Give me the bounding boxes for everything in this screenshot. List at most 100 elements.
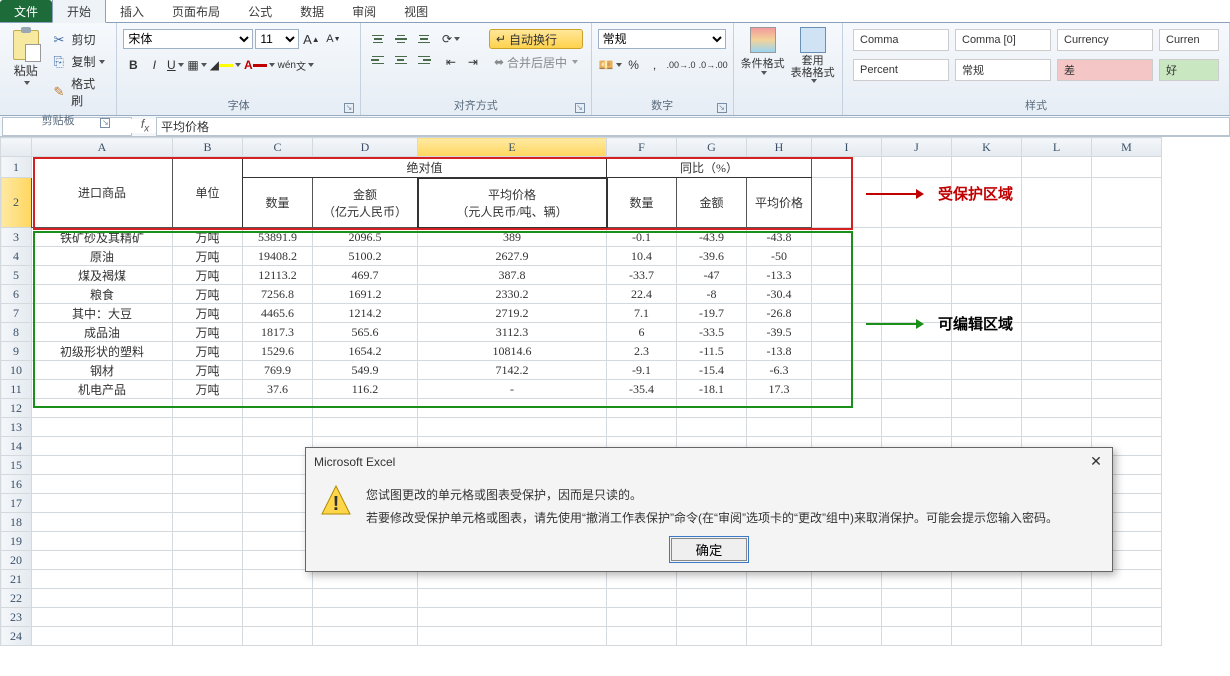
cell-e[interactable]: 387.8: [418, 266, 607, 285]
cell[interactable]: [812, 361, 882, 380]
cell[interactable]: [812, 228, 882, 247]
cell[interactable]: [747, 570, 812, 589]
cell[interactable]: [313, 589, 418, 608]
font-launcher[interactable]: ↘: [344, 103, 354, 113]
cell[interactable]: [952, 266, 1022, 285]
cell[interactable]: [243, 418, 313, 437]
cell-f[interactable]: -0.1: [607, 228, 677, 247]
cell[interactable]: [952, 418, 1022, 437]
cell[interactable]: [243, 532, 313, 551]
cell[interactable]: [1092, 570, 1162, 589]
cell-h[interactable]: -39.5: [747, 323, 812, 342]
cell[interactable]: [418, 608, 607, 627]
cell[interactable]: [747, 399, 812, 418]
cell[interactable]: [1092, 228, 1162, 247]
row-header-9[interactable]: 9: [1, 342, 32, 361]
cell[interactable]: [173, 589, 243, 608]
cell-e[interactable]: 10814.6: [418, 342, 607, 361]
conditional-format-button[interactable]: 条件格式: [740, 25, 786, 91]
cell[interactable]: [243, 399, 313, 418]
cell[interactable]: [1022, 266, 1092, 285]
cell-e[interactable]: 3112.3: [418, 323, 607, 342]
cell-b[interactable]: 万吨: [173, 304, 243, 323]
col-header-A[interactable]: A: [32, 138, 173, 157]
row-header-23[interactable]: 23: [1, 608, 32, 627]
row-header-6[interactable]: 6: [1, 285, 32, 304]
cell-c[interactable]: 4465.6: [243, 304, 313, 323]
cell[interactable]: [32, 627, 173, 646]
cell[interactable]: [677, 627, 747, 646]
number-format-combo[interactable]: 常规: [598, 29, 726, 49]
col-header-C[interactable]: C: [243, 138, 313, 157]
cell[interactable]: [747, 418, 812, 437]
cell-b[interactable]: 万吨: [173, 342, 243, 361]
cell-b[interactable]: 万吨: [173, 323, 243, 342]
cell-c[interactable]: 769.9: [243, 361, 313, 380]
select-all-corner[interactable]: [1, 138, 32, 157]
formula-input[interactable]: 平均价格: [156, 117, 1230, 136]
style-comma[interactable]: Comma: [853, 29, 949, 51]
cell[interactable]: [32, 589, 173, 608]
cell[interactable]: [1092, 380, 1162, 399]
cell[interactable]: [952, 380, 1022, 399]
decrease-font-button[interactable]: A▼: [323, 29, 343, 49]
cell[interactable]: [607, 589, 677, 608]
cell[interactable]: [882, 380, 952, 399]
font-size-combo[interactable]: 11: [255, 29, 299, 49]
cell[interactable]: [677, 589, 747, 608]
cell[interactable]: [812, 380, 882, 399]
cell-c[interactable]: 12113.2: [243, 266, 313, 285]
style-percent[interactable]: Percent: [853, 59, 949, 81]
cell[interactable]: [1022, 380, 1092, 399]
style-comma0[interactable]: Comma [0]: [955, 29, 1051, 51]
hdr-amt[interactable]: 金额（亿元人民币）: [313, 178, 418, 228]
cell[interactable]: [952, 247, 1022, 266]
row-header-17[interactable]: 17: [1, 494, 32, 513]
cell[interactable]: [747, 627, 812, 646]
fx-button[interactable]: fx: [134, 117, 156, 134]
cell-c[interactable]: 1817.3: [243, 323, 313, 342]
cell[interactable]: [1092, 304, 1162, 323]
cell[interactable]: [418, 589, 607, 608]
cell-d[interactable]: 565.6: [313, 323, 418, 342]
cell[interactable]: [812, 418, 882, 437]
col-header-K[interactable]: K: [952, 138, 1022, 157]
cell[interactable]: [1092, 627, 1162, 646]
cell[interactable]: [882, 418, 952, 437]
cell-h[interactable]: 17.3: [747, 380, 812, 399]
cell[interactable]: [812, 627, 882, 646]
cell-d[interactable]: 116.2: [313, 380, 418, 399]
cell[interactable]: [677, 399, 747, 418]
hdr-price[interactable]: 平均价格（元人民币/吨、辆）: [418, 178, 607, 228]
hdr-qty[interactable]: 数量: [243, 178, 313, 228]
orientation-button[interactable]: ⟳: [441, 29, 461, 49]
cell[interactable]: [1092, 342, 1162, 361]
row-header-21[interactable]: 21: [1, 570, 32, 589]
cell[interactable]: [882, 361, 952, 380]
cell-c[interactable]: 19408.2: [243, 247, 313, 266]
cell[interactable]: [952, 399, 1022, 418]
tab-file[interactable]: 文件: [0, 0, 52, 22]
cell[interactable]: [747, 589, 812, 608]
cell-g[interactable]: -18.1: [677, 380, 747, 399]
col-header-H[interactable]: H: [747, 138, 812, 157]
style-bad[interactable]: 差: [1057, 59, 1153, 81]
row-header-22[interactable]: 22: [1, 589, 32, 608]
cell-g[interactable]: -8: [677, 285, 747, 304]
cell[interactable]: [32, 437, 173, 456]
paste-button[interactable]: 粘贴: [6, 25, 45, 91]
cell[interactable]: [1022, 399, 1092, 418]
col-header-M[interactable]: M: [1092, 138, 1162, 157]
row-header-14[interactable]: 14: [1, 437, 32, 456]
cell-f[interactable]: 6: [607, 323, 677, 342]
col-header-L[interactable]: L: [1022, 138, 1092, 157]
font-name-combo[interactable]: 宋体: [123, 29, 253, 49]
cell[interactable]: [607, 627, 677, 646]
cell[interactable]: [1022, 570, 1092, 589]
cell[interactable]: [173, 570, 243, 589]
cell-d[interactable]: 1691.2: [313, 285, 418, 304]
cell[interactable]: [812, 157, 882, 178]
cell-h[interactable]: -43.8: [747, 228, 812, 247]
cell-g[interactable]: -15.4: [677, 361, 747, 380]
col-header-J[interactable]: J: [882, 138, 952, 157]
